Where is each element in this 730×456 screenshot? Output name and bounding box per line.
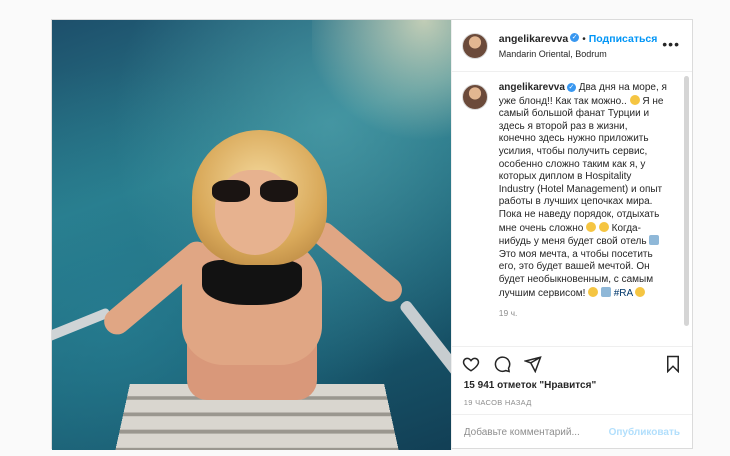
sun-emoji-icon [635,286,646,297]
caption-line: уже блонд!! Как так можно.. [498,95,627,107]
hotel-emoji-icon [600,286,611,297]
verified-icon: ✓ [570,32,580,42]
avatar[interactable] [461,32,488,59]
post-sidebar: angelikarevva ✓ • Подписаться Mandarin Orie… [450,20,692,450]
separator-dot: • [582,33,586,45]
hashtag-link[interactable]: #RA [614,288,633,299]
swimsuit [202,260,302,305]
right-rail [398,298,451,394]
hand-emoji-icon [588,286,599,297]
caption-line: Это моя мечта, а чтобы посетить [498,248,653,260]
post-photo[interactable] [52,20,451,450]
likes-count[interactable]: 15 941 отметок "Нравится" [452,380,692,394]
caption-line: Когда- [611,222,641,234]
location-link[interactable]: Mandarin Oriental, Bodrum [499,47,658,61]
caption-line: Industry (Hotel Management) и опыт [498,183,663,195]
scrollbar[interactable] [684,76,689,326]
caption-line: работы в лучших цепочках мира. [498,196,653,208]
caption-line: самый большой фанат Турции и [498,108,650,120]
heart-icon[interactable] [462,355,480,373]
caption-line: будет необыкновенным, с самым [498,273,654,285]
smile-emoji-icon [629,94,640,105]
post-header: angelikarevva ✓ • Подписаться Mandarin Orie… [451,20,692,72]
avatar[interactable] [461,84,488,110]
smile-emoji-icon [598,221,609,232]
caption-line: мне очень сложно [498,222,584,234]
smile-emoji-icon [586,221,597,232]
username-link[interactable]: angelikarevva [499,33,568,45]
sunglasses [212,180,298,202]
caption-time: 19 ч. [498,308,518,319]
hotel-emoji-icon [649,235,660,246]
sun-glare [312,20,451,150]
caption-line: его, это будет вашей мечтой. Он [498,261,650,273]
caption-line: нибудь у меня будет свой отель [498,236,647,248]
bookmark-icon[interactable] [664,355,682,373]
caption-line: здесь я второй раз в жизни, [498,120,628,132]
caption-username[interactable]: angelikarevva [499,82,565,93]
caption-line: конечно здесь нужно приложить [498,133,649,145]
follow-button[interactable]: Подписаться [589,33,658,45]
publish-button[interactable]: Опубликовать [609,427,680,438]
comment-bar: Опубликовать [451,414,692,450]
caption-line: лучшим сервисом! [498,287,586,299]
caption-line: Пока не наведу порядок, отдыхать [498,208,660,220]
caption-line: Я не [642,95,664,107]
comment-input[interactable] [463,427,604,438]
left-rail [52,307,112,343]
caption-text: angelikarevva ✓ Два дня на море, я уже бл… [499,82,669,300]
share-icon[interactable] [523,355,542,373]
header-text: angelikarevva ✓ • Подписаться Mandarin Orie… [499,31,658,61]
caption-line: усилия, чтобы получить сервис, [498,145,648,157]
caption-area: angelikarevva ✓ Два дня на море, я уже бл… [452,72,692,346]
caption-row: angelikarevva ✓ Два дня на море, я уже бл… [461,82,682,300]
verified-icon: ✓ [566,82,576,92]
caption-line: особенно сложно таким как я, у [498,158,646,170]
post-timestamp: 19 ЧАСОВ НАЗАД [463,398,532,407]
caption-line: которых диплом в Hospitality [498,171,632,183]
instagram-post: angelikarevva ✓ • Подписаться Mandarin Orie… [51,19,693,450]
action-bar [451,346,692,380]
more-icon[interactable]: ••• [662,36,680,52]
caption-line: Два дня на море, я [578,82,667,93]
comment-icon[interactable] [493,355,511,373]
